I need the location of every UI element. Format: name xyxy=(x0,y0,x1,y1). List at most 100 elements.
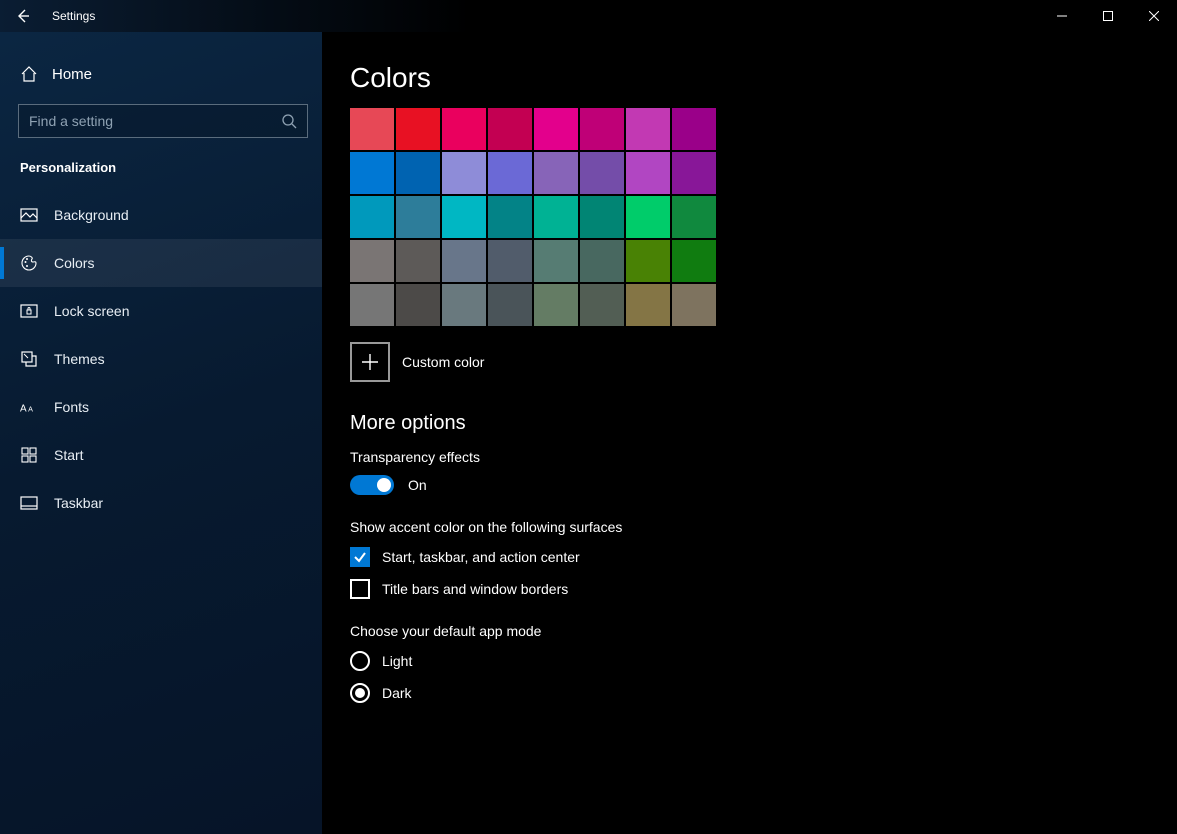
nav-item-label: Lock screen xyxy=(54,303,129,319)
color-swatch[interactable] xyxy=(672,284,716,326)
color-swatch[interactable] xyxy=(672,108,716,150)
color-swatch[interactable] xyxy=(580,240,624,282)
nav-item-themes[interactable]: Themes xyxy=(0,335,322,383)
search-input[interactable] xyxy=(29,113,281,129)
checkbox-label: Start, taskbar, and action center xyxy=(382,549,580,565)
checkbox-icon xyxy=(350,579,370,599)
color-swatch[interactable] xyxy=(626,240,670,282)
color-swatch[interactable] xyxy=(488,196,532,238)
back-button[interactable] xyxy=(0,0,46,32)
nav-item-start[interactable]: Start xyxy=(0,431,322,479)
home-link[interactable]: Home xyxy=(0,52,322,96)
color-swatch[interactable] xyxy=(396,240,440,282)
palette-icon xyxy=(20,254,38,272)
color-swatch[interactable] xyxy=(396,284,440,326)
lock-screen-icon xyxy=(20,302,38,320)
color-swatch[interactable] xyxy=(350,240,394,282)
color-swatch[interactable] xyxy=(350,152,394,194)
color-swatch[interactable] xyxy=(350,284,394,326)
maximize-icon xyxy=(1103,11,1113,21)
themes-icon xyxy=(20,350,38,368)
color-swatch[interactable] xyxy=(534,240,578,282)
page-title: Colors xyxy=(350,62,1177,94)
color-swatch[interactable] xyxy=(442,152,486,194)
nav-item-label: Start xyxy=(54,447,84,463)
nav-list: Background Colors Lock screen Themes xyxy=(0,191,322,527)
color-swatch[interactable] xyxy=(488,240,532,282)
color-swatch[interactable] xyxy=(672,196,716,238)
color-swatch[interactable] xyxy=(442,240,486,282)
app-title: Settings xyxy=(52,9,95,23)
home-icon xyxy=(20,65,38,83)
checkbox-title-bars[interactable]: Title bars and window borders xyxy=(350,579,1177,599)
radio-dark[interactable]: Dark xyxy=(350,683,1177,703)
color-swatch[interactable] xyxy=(488,152,532,194)
color-swatch[interactable] xyxy=(350,108,394,150)
category-title: Personalization xyxy=(0,138,322,181)
checkbox-label: Title bars and window borders xyxy=(382,581,568,597)
custom-color-label: Custom color xyxy=(402,354,484,370)
custom-color-row[interactable]: Custom color xyxy=(350,342,1177,382)
nav-item-background[interactable]: Background xyxy=(0,191,322,239)
color-swatch[interactable] xyxy=(672,152,716,194)
nav-item-colors[interactable]: Colors xyxy=(0,239,322,287)
maximize-button[interactable] xyxy=(1085,0,1131,32)
color-swatch[interactable] xyxy=(534,108,578,150)
search-box[interactable] xyxy=(18,104,308,138)
checkbox-start-taskbar[interactable]: Start, taskbar, and action center xyxy=(350,547,1177,567)
home-label: Home xyxy=(52,66,92,83)
color-swatch[interactable] xyxy=(580,152,624,194)
color-swatch[interactable] xyxy=(534,152,578,194)
nav-item-label: Taskbar xyxy=(54,495,103,511)
radio-label: Light xyxy=(382,653,412,669)
radio-icon xyxy=(350,651,370,671)
transparency-state: On xyxy=(408,477,427,493)
color-swatch[interactable] xyxy=(626,196,670,238)
nav-item-taskbar[interactable]: Taskbar xyxy=(0,479,322,527)
color-swatch[interactable] xyxy=(488,284,532,326)
color-swatch[interactable] xyxy=(488,108,532,150)
close-button[interactable] xyxy=(1131,0,1177,32)
color-swatch[interactable] xyxy=(442,196,486,238)
custom-color-button[interactable] xyxy=(350,342,390,382)
color-swatch[interactable] xyxy=(626,108,670,150)
color-swatch[interactable] xyxy=(442,108,486,150)
color-swatch[interactable] xyxy=(396,152,440,194)
color-swatch[interactable] xyxy=(396,108,440,150)
accent-surfaces-label: Show accent color on the following surfa… xyxy=(350,519,1177,535)
color-swatch[interactable] xyxy=(534,196,578,238)
taskbar-icon xyxy=(20,494,38,512)
color-swatch[interactable] xyxy=(580,284,624,326)
minimize-icon xyxy=(1057,11,1067,21)
checkbox-icon xyxy=(350,547,370,567)
color-swatch[interactable] xyxy=(350,196,394,238)
nav-item-label: Background xyxy=(54,207,129,223)
color-swatch[interactable] xyxy=(672,240,716,282)
color-swatch[interactable] xyxy=(396,196,440,238)
plus-icon xyxy=(361,353,379,371)
close-icon xyxy=(1149,11,1159,21)
color-swatch[interactable] xyxy=(580,108,624,150)
radio-label: Dark xyxy=(382,685,412,701)
checkmark-icon xyxy=(353,550,367,564)
nav-item-fonts[interactable]: AA Fonts xyxy=(0,383,322,431)
svg-text:A: A xyxy=(28,405,33,414)
color-swatch[interactable] xyxy=(442,284,486,326)
svg-text:A: A xyxy=(20,404,27,415)
arrow-left-icon xyxy=(15,8,31,24)
nav-item-lock-screen[interactable]: Lock screen xyxy=(0,287,322,335)
minimize-button[interactable] xyxy=(1039,0,1085,32)
app-mode-label: Choose your default app mode xyxy=(350,623,1177,639)
picture-icon xyxy=(20,206,38,224)
transparency-toggle[interactable] xyxy=(350,475,394,495)
radio-light[interactable]: Light xyxy=(350,651,1177,671)
color-swatch[interactable] xyxy=(534,284,578,326)
color-swatch[interactable] xyxy=(626,152,670,194)
more-options-title: More options xyxy=(350,412,1177,435)
nav-item-label: Themes xyxy=(54,351,105,367)
color-swatch[interactable] xyxy=(580,196,624,238)
fonts-icon: AA xyxy=(20,398,38,416)
color-swatch[interactable] xyxy=(626,284,670,326)
start-icon xyxy=(20,446,38,464)
radio-icon xyxy=(350,683,370,703)
